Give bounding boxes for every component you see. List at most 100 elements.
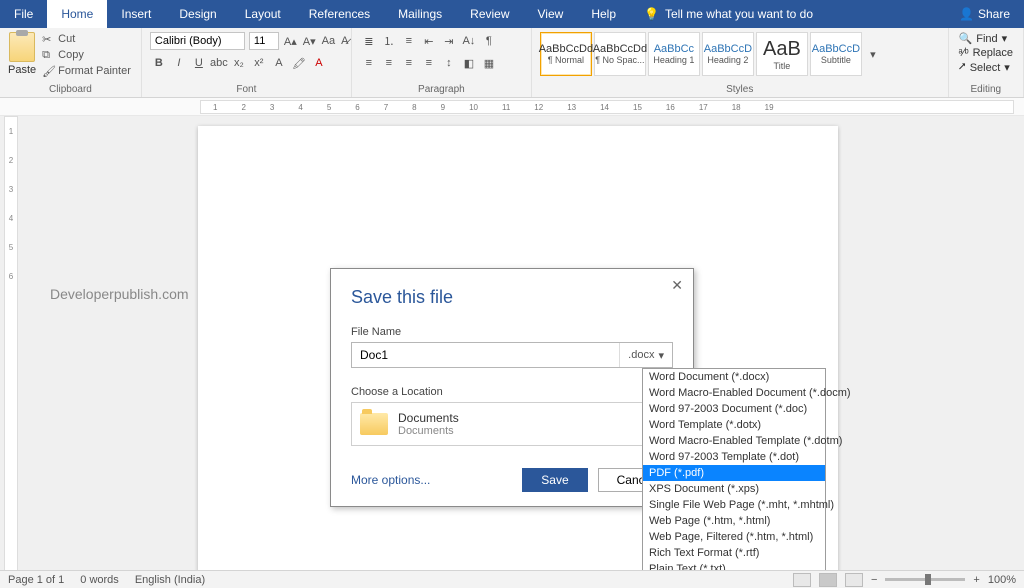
italic-button[interactable]: I	[170, 54, 188, 72]
style-no-spacing[interactable]: AaBbCcDd¶ No Spac...	[594, 32, 646, 76]
paragraph-group-label: Paragraph	[360, 82, 523, 95]
format-painter-button[interactable]: 🖌Format Painter	[40, 64, 133, 78]
tab-view[interactable]: View	[524, 0, 578, 28]
style-normal[interactable]: AaBbCcDd¶ Normal	[540, 32, 592, 76]
copy-button[interactable]: ⧉Copy	[40, 48, 133, 62]
multilevel-button[interactable]: ≡	[400, 32, 418, 50]
save-button[interactable]: Save	[522, 468, 587, 492]
status-bar: Page 1 of 1 0 words English (India) − + …	[0, 570, 1024, 588]
font-color-button[interactable]: A	[310, 54, 328, 72]
style-heading1[interactable]: AaBbCcHeading 1	[648, 32, 700, 76]
line-spacing-button[interactable]: ↕	[440, 54, 458, 72]
tab-help[interactable]: Help	[577, 0, 630, 28]
format-option[interactable]: PDF (*.pdf)	[643, 465, 825, 481]
tab-file[interactable]: File	[0, 0, 47, 28]
vertical-ruler[interactable]: 123456	[4, 116, 18, 572]
format-option[interactable]: Word 97-2003 Template (*.dot)	[643, 449, 825, 465]
replace-button[interactable]: ᵃ⁄ᵇReplace	[957, 47, 1015, 59]
filename-input[interactable]	[352, 343, 619, 367]
language[interactable]: English (India)	[135, 574, 205, 586]
tell-me-label: Tell me what you want to do	[665, 7, 813, 21]
shading-button[interactable]: ◧	[460, 54, 478, 72]
find-button[interactable]: 🔍Find ▾	[957, 32, 1015, 45]
zoom-in-button[interactable]: +	[973, 574, 979, 586]
format-option[interactable]: Single File Web Page (*.mht, *.mhtml)	[643, 497, 825, 513]
dialog-close-button[interactable]: ✕	[671, 277, 683, 294]
align-center-button[interactable]: ≡	[380, 54, 398, 72]
format-option[interactable]: XPS Document (*.xps)	[643, 481, 825, 497]
clear-format-button[interactable]: A̷	[340, 32, 349, 50]
align-right-button[interactable]: ≡	[400, 54, 418, 72]
underline-button[interactable]: U	[190, 54, 208, 72]
file-format-dropdown[interactable]: Word Document (*.docx)Word Macro-Enabled…	[642, 368, 826, 572]
style-subtitle[interactable]: AaBbCcDSubtitle	[810, 32, 862, 76]
select-button[interactable]: ⭧Select ▾	[957, 61, 1015, 74]
cut-button[interactable]: ✂Cut	[40, 32, 133, 46]
font-name-select[interactable]	[150, 32, 245, 50]
tab-mailings[interactable]: Mailings	[384, 0, 456, 28]
tab-insert[interactable]: Insert	[107, 0, 165, 28]
format-option[interactable]: Word Document (*.docx)	[643, 369, 825, 385]
editing-group-label: Editing	[957, 82, 1015, 95]
numbering-button[interactable]: ⒈	[380, 32, 398, 50]
print-layout-button[interactable]	[819, 573, 837, 587]
file-extension-select[interactable]: .docx▾	[619, 343, 672, 367]
borders-button[interactable]: ▦	[480, 54, 498, 72]
subscript-button[interactable]: x₂	[230, 54, 248, 72]
horizontal-ruler[interactable]: 12345678910111213141516171819	[200, 100, 1014, 114]
show-marks-button[interactable]: ¶	[480, 32, 498, 50]
more-options-link[interactable]: More options...	[351, 473, 430, 487]
increase-indent-button[interactable]: ⇥	[440, 32, 458, 50]
zoom-out-button[interactable]: −	[871, 574, 877, 586]
group-font: A▴ A▾ Aa A̷ B I U abc x₂ x² A 🖍 A Font	[142, 28, 352, 97]
styles-gallery[interactable]: AaBbCcDd¶ Normal AaBbCcDd¶ No Spac... Aa…	[540, 32, 940, 76]
superscript-button[interactable]: x²	[250, 54, 268, 72]
zoom-slider[interactable]	[885, 578, 965, 581]
dialog-title: Save this file	[351, 287, 673, 308]
filename-label: File Name	[351, 326, 673, 338]
read-mode-button[interactable]	[793, 573, 811, 587]
style-title[interactable]: AaBTitle	[756, 32, 808, 76]
tab-review[interactable]: Review	[456, 0, 523, 28]
format-option[interactable]: Web Page (*.htm, *.html)	[643, 513, 825, 529]
grow-font-button[interactable]: A▴	[283, 32, 298, 50]
bold-button[interactable]: B	[150, 54, 168, 72]
change-case-button[interactable]: Aa	[321, 32, 336, 50]
paste-button[interactable]: Paste	[8, 32, 36, 76]
group-clipboard: Paste ✂Cut ⧉Copy 🖌Format Painter Clipboa…	[0, 28, 142, 97]
format-option[interactable]: Word 97-2003 Document (*.doc)	[643, 401, 825, 417]
folder-icon	[360, 413, 388, 435]
style-heading2[interactable]: AaBbCcDHeading 2	[702, 32, 754, 76]
strike-button[interactable]: abc	[210, 54, 228, 72]
zoom-level[interactable]: 100%	[988, 574, 1016, 586]
bulb-icon: 💡	[644, 7, 659, 21]
decrease-indent-button[interactable]: ⇤	[420, 32, 438, 50]
share-button[interactable]: 👤Share	[959, 7, 1024, 21]
format-option[interactable]: Rich Text Format (*.rtf)	[643, 545, 825, 561]
justify-button[interactable]: ≡	[420, 54, 438, 72]
file-extension-label: .docx	[628, 349, 654, 361]
tab-design[interactable]: Design	[165, 0, 230, 28]
group-paragraph: ≣ ⒈ ≡ ⇤ ⇥ A↓ ¶ ≡ ≡ ≡ ≡ ↕ ◧ ▦ Paragraph	[352, 28, 532, 97]
bullets-button[interactable]: ≣	[360, 32, 378, 50]
styles-more-button[interactable]: ▾	[864, 45, 882, 63]
location-picker[interactable]: Documents Documents ▾	[351, 402, 673, 446]
format-option[interactable]: Word Template (*.dotx)	[643, 417, 825, 433]
tab-home[interactable]: Home	[47, 0, 107, 28]
align-left-button[interactable]: ≡	[360, 54, 378, 72]
sort-button[interactable]: A↓	[460, 32, 478, 50]
tab-references[interactable]: References	[295, 0, 384, 28]
tell-me[interactable]: 💡 Tell me what you want to do	[630, 0, 827, 28]
page-count[interactable]: Page 1 of 1	[8, 574, 64, 586]
web-layout-button[interactable]	[845, 573, 863, 587]
text-effects-button[interactable]: A	[270, 54, 288, 72]
word-count[interactable]: 0 words	[80, 574, 119, 586]
shrink-font-button[interactable]: A▾	[302, 32, 317, 50]
format-option[interactable]: Word Macro-Enabled Template (*.dotm)	[643, 433, 825, 449]
highlight-button[interactable]: 🖍	[290, 54, 308, 72]
document-area[interactable]: 123456 Developerpublish.com ✕ Save this …	[0, 116, 1024, 572]
tab-layout[interactable]: Layout	[231, 0, 295, 28]
format-option[interactable]: Web Page, Filtered (*.htm, *.html)	[643, 529, 825, 545]
font-size-select[interactable]	[249, 32, 279, 50]
format-option[interactable]: Word Macro-Enabled Document (*.docm)	[643, 385, 825, 401]
